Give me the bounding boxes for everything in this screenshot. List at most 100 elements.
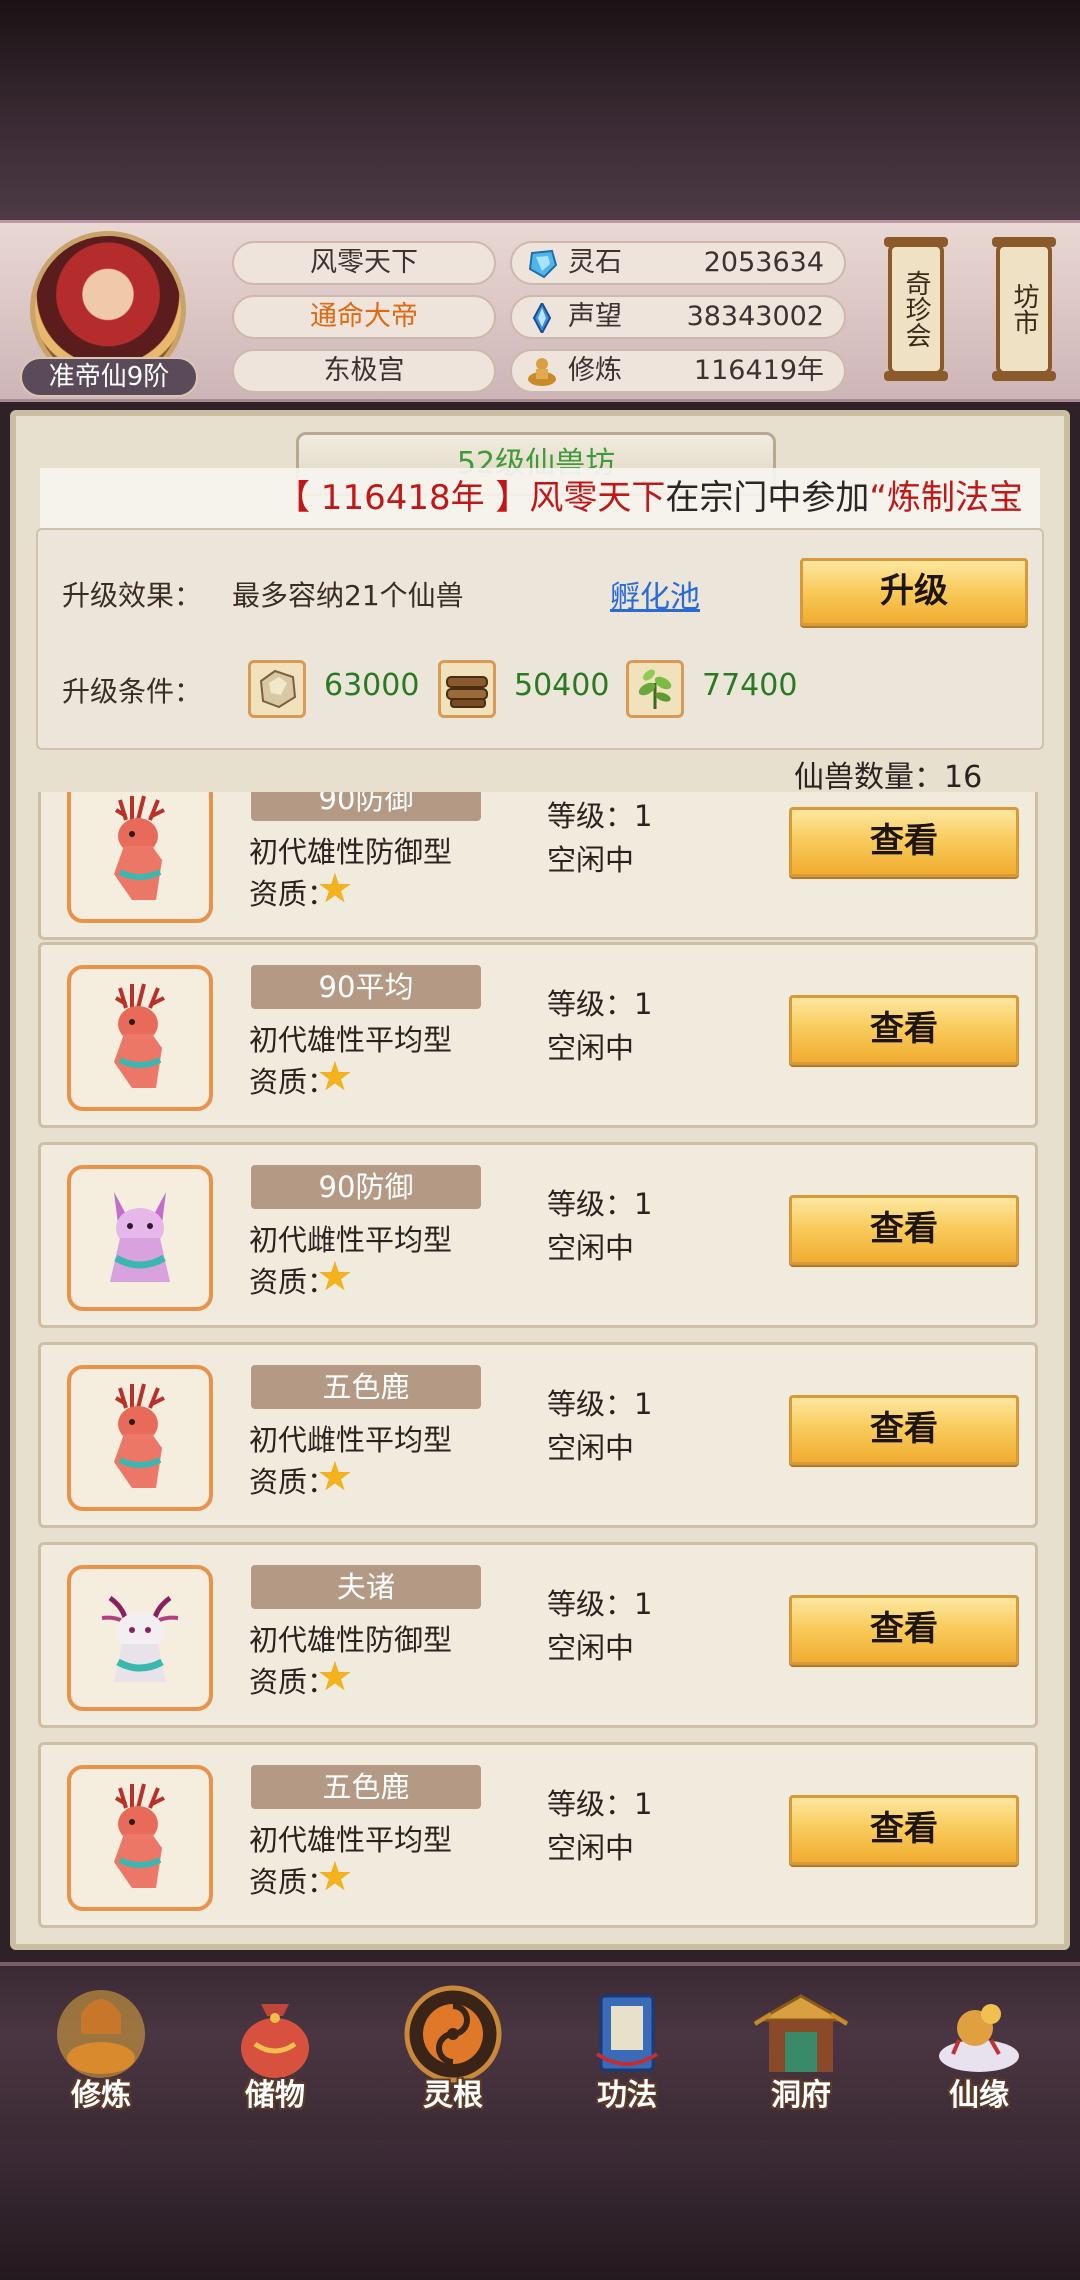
beast-type: 初代雄性平均型 bbox=[249, 1823, 453, 1857]
player-name: 风零天下 bbox=[232, 241, 496, 285]
nav-label: 储物 bbox=[245, 2078, 305, 2113]
cost-herb-value: 77400 bbox=[702, 668, 798, 703]
wood-icon bbox=[438, 660, 496, 718]
resource-label: 声望 bbox=[568, 301, 622, 332]
view-button[interactable]: 查看 bbox=[789, 1795, 1019, 1865]
nav-label: 仙缘 bbox=[949, 2078, 1009, 2113]
resource-label: 修炼 bbox=[568, 355, 622, 386]
beast-level: 等级：1 bbox=[547, 1387, 653, 1421]
meditation-icon bbox=[528, 358, 556, 386]
market-button[interactable]: 坊市 bbox=[992, 237, 1056, 381]
view-button[interactable]: 查看 bbox=[789, 807, 1019, 877]
deer-icon bbox=[114, 983, 165, 1088]
resource-value: 2053634 bbox=[703, 247, 824, 278]
hatch-pool-link[interactable]: 孵化池 bbox=[610, 572, 700, 616]
star-icon: ★ bbox=[317, 1854, 353, 1900]
broadcast-text: 在宗门中参加 bbox=[665, 478, 870, 518]
beast-name: 夫诸 bbox=[251, 1565, 481, 1609]
beast-status: 空闲中 bbox=[547, 1431, 635, 1465]
upgrade-button[interactable]: 升级 bbox=[800, 558, 1028, 626]
nav-item-spirit-root[interactable]: 灵根 bbox=[378, 1976, 528, 2136]
broadcast-year: 【 116418年 】 bbox=[276, 478, 530, 518]
beast-level: 等级：1 bbox=[547, 799, 653, 833]
beast-name: 五色鹿 bbox=[251, 1365, 481, 1409]
view-button[interactable]: 查看 bbox=[789, 1395, 1019, 1465]
technique-book-icon bbox=[595, 1994, 659, 2072]
deer-icon bbox=[114, 1783, 165, 1888]
beast-name: 90防御 bbox=[251, 792, 481, 821]
ore-icon bbox=[248, 660, 306, 718]
nav-item-storage[interactable]: 储物 bbox=[200, 1976, 350, 2136]
broadcast-ticker: 【 116418年 】风零天下在宗门中参加“炼制法宝 bbox=[40, 468, 1040, 528]
nav-item-technique[interactable]: 功法 bbox=[552, 1976, 702, 2136]
bottom-nav: 修炼 储物 灵根 功法 洞府 仙缘 bbox=[0, 1962, 1080, 2140]
beast-level: 等级：1 bbox=[547, 987, 653, 1021]
fox-icon bbox=[110, 1192, 170, 1282]
beast-status: 空闲中 bbox=[547, 1031, 635, 1065]
nav-label: 修炼 bbox=[71, 2078, 131, 2113]
nav-label: 灵根 bbox=[423, 2078, 483, 2113]
beast-level: 等级：1 bbox=[547, 1187, 653, 1221]
star-icon: ★ bbox=[317, 1254, 353, 1300]
nav-item-cave-abode[interactable]: 洞府 bbox=[726, 1976, 876, 2136]
cost-ore-value: 63000 bbox=[324, 668, 420, 703]
resource-label: 灵石 bbox=[568, 247, 622, 278]
herb-icon bbox=[626, 660, 684, 718]
view-button[interactable]: 查看 bbox=[789, 995, 1019, 1065]
resource-value: 116419年 bbox=[693, 355, 824, 386]
beast-list[interactable]: 90防御 初代雄性防御型 资质： ★ 等级：1 空闲中 查看 90平均 初代雄性… bbox=[36, 792, 1044, 1938]
beast-type: 初代雌性平均型 bbox=[249, 1223, 453, 1257]
beast-level: 等级：1 bbox=[547, 1587, 653, 1621]
spirit-stone-icon bbox=[528, 249, 558, 279]
player-title[interactable]: 通命大帝 bbox=[232, 295, 496, 339]
beast-portrait[interactable] bbox=[67, 1565, 213, 1711]
cultivation-icon bbox=[57, 1990, 145, 2078]
resource-cultivation: 修炼 116419年 bbox=[510, 349, 846, 393]
storage-bag-icon bbox=[241, 2004, 309, 2078]
beast-card: 90平均 初代雄性平均型 资质： ★ 等级：1 空闲中 查看 bbox=[38, 942, 1038, 1128]
beast-status: 空闲中 bbox=[547, 1631, 635, 1665]
beast-count: 仙兽数量：16 bbox=[794, 760, 983, 795]
beast-card: 90防御 初代雌性平均型 资质： ★ 等级：1 空闲中 查看 bbox=[38, 1142, 1038, 1328]
star-icon: ★ bbox=[317, 1054, 353, 1100]
resource-value: 38343002 bbox=[686, 301, 824, 332]
beast-card: 五色鹿 初代雌性平均型 资质： ★ 等级：1 空闲中 查看 bbox=[38, 1342, 1038, 1528]
nav-item-cultivation[interactable]: 修炼 bbox=[26, 1976, 176, 2136]
resource-spirit-stone: 灵石 2053634 bbox=[510, 241, 846, 285]
beast-status: 空闲中 bbox=[547, 1231, 635, 1265]
view-button[interactable]: 查看 bbox=[789, 1195, 1019, 1265]
star-icon: ★ bbox=[317, 1454, 353, 1500]
beast-portrait[interactable] bbox=[67, 1765, 213, 1911]
beast-portrait[interactable] bbox=[67, 1365, 213, 1511]
immortal-fate-icon bbox=[939, 2004, 1019, 2072]
star-icon: ★ bbox=[317, 866, 353, 912]
treasure-fair-button[interactable]: 奇珍会 bbox=[884, 237, 948, 381]
bottom-backdrop bbox=[0, 2140, 1080, 2280]
beast-portrait[interactable] bbox=[67, 792, 213, 923]
realm-badge: 准帝仙9阶 bbox=[20, 357, 198, 397]
beast-type: 初代雄性防御型 bbox=[249, 835, 453, 869]
wolf-icon bbox=[101, 1595, 179, 1682]
nav-label: 功法 bbox=[597, 2078, 657, 2113]
view-button[interactable]: 查看 bbox=[789, 1595, 1019, 1665]
upgrade-box: 升级效果： 最多容纳21个仙兽 孵化池 升级 升级条件： 63000 50400… bbox=[36, 528, 1044, 750]
beast-type: 初代雄性防御型 bbox=[249, 1623, 453, 1657]
cost-wood-value: 50400 bbox=[514, 668, 610, 703]
player-header: 准帝仙9阶 风零天下 通命大帝 东极宫 灵石 2053634 声望 383430… bbox=[0, 220, 1080, 402]
upgrade-effect-value: 最多容纳21个仙兽 bbox=[232, 579, 464, 612]
nav-item-immortal-fate[interactable]: 仙缘 bbox=[904, 1976, 1054, 2136]
reputation-crystal-icon bbox=[532, 303, 552, 333]
beast-level: 等级：1 bbox=[547, 1787, 653, 1821]
spirit-root-icon bbox=[404, 1985, 502, 2083]
beast-name: 90平均 bbox=[251, 965, 481, 1009]
beast-type: 初代雌性平均型 bbox=[249, 1423, 453, 1457]
cave-abode-icon bbox=[753, 1994, 849, 2072]
beast-portrait[interactable] bbox=[67, 965, 213, 1111]
player-sect: 东极宫 bbox=[232, 349, 496, 393]
deer-icon bbox=[114, 795, 165, 900]
beast-name: 五色鹿 bbox=[251, 1765, 481, 1809]
treasure-fair-label: 奇珍会 bbox=[901, 270, 931, 348]
upgrade-effect-label: 升级效果： bbox=[62, 579, 203, 612]
beast-portrait[interactable] bbox=[67, 1165, 213, 1311]
beast-card: 夫诸 初代雄性防御型 资质： ★ 等级：1 空闲中 查看 bbox=[38, 1542, 1038, 1728]
